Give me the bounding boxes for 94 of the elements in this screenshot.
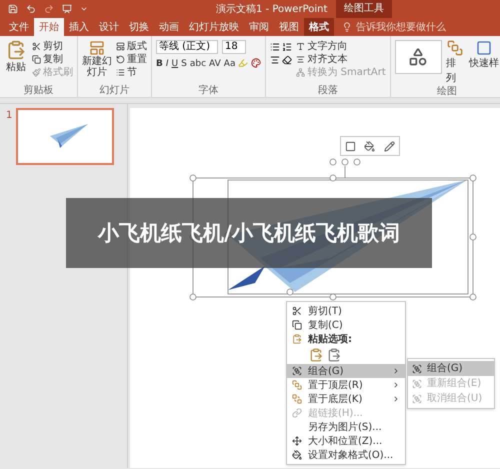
ribbon-button[interactable]: 版式 [116,40,147,53]
shapes-icon [408,47,428,67]
font-size-field[interactable]: 18 [222,40,246,54]
menu-item[interactable]: 置于顶层(R) [287,378,405,392]
ribbon-tab[interactable]: 切换 [124,18,154,36]
ribbon-tab[interactable]: 审阅 [244,18,274,36]
format-icon [292,450,302,460]
slide-thumbnail[interactable] [16,108,114,165]
arrange-button[interactable]: 排列 [446,40,465,86]
menu-item[interactable]: 组合(G) [408,361,494,376]
section-icon [116,68,125,77]
font-style-button[interactable]: AV [209,58,221,72]
group-label: 字体 [198,85,220,97]
ribbon-tab[interactable]: 开始 [34,18,64,36]
paste-picture-icon[interactable] [327,348,341,362]
font-style-button[interactable]: I [166,58,169,72]
font-color-icon[interactable] [251,58,262,68]
arrange-icon [447,40,464,56]
group-icon [292,366,302,376]
menu-item[interactable]: 复制(C) [287,318,405,332]
ribbon-button[interactable]: 对齐文本 [296,53,386,66]
ribbon-tab[interactable]: 视图 [274,18,304,36]
copy-icon [32,55,41,64]
redo-icon[interactable] [44,4,54,14]
ribbon-tab[interactable]: 幻灯片放映 [184,18,244,36]
ribbon-tab[interactable]: 文件 [4,18,34,36]
link-icon [292,408,302,418]
align-icon[interactable] [270,55,280,65]
menu-item[interactable]: 另存为图片(S)... [287,420,405,434]
font-style-button[interactable]: S [181,58,187,72]
send-back-icon [292,394,302,404]
undo-icon[interactable] [26,4,36,14]
scissors-icon [292,306,302,316]
group-label: 剪贴板 [22,85,54,97]
font-style-button[interactable]: U [172,58,178,72]
ribbon-button[interactable]: 剪切 [32,40,73,53]
customize-icon[interactable] [80,5,88,13]
menu-header: 粘贴选项: [287,332,405,346]
text-direction-icon [296,42,306,51]
caption-text: 小飞机纸飞机/小飞机纸飞机歌词 [98,220,400,247]
scissors-icon [32,42,41,51]
group-icon [412,378,422,388]
slide-number: 1 [6,109,12,123]
quick-styles-icon [476,40,492,56]
tell-me-field[interactable]: 告诉我你想要做什么 [342,18,446,36]
menu-item[interactable]: 置于底层(K) [287,392,405,406]
reset-icon [116,55,125,64]
copy-icon [292,320,302,330]
fill-icon[interactable] [364,140,376,152]
menu-item[interactable]: 剪切(T) [287,304,405,318]
clipboard-icon [6,40,26,60]
menu-item[interactable]: 设置对象格式(O)... [287,448,405,462]
ribbon-tab[interactable]: 动画 [154,18,184,36]
new-slide-button[interactable]: 新建幻灯片 [82,40,112,79]
paper-airplane-drawing [50,124,88,148]
paste-button[interactable]: 粘贴 [4,40,28,79]
bullets-icon[interactable] [270,42,280,52]
ribbon-tab[interactable]: 设计 [94,18,124,36]
lightbulb-icon [342,22,352,32]
paste-option-icon[interactable] [309,348,323,362]
bring-front-icon [292,380,302,390]
font-style-button[interactable]: abc [190,58,206,72]
font-name-field[interactable]: 等线 (正文) [156,40,218,54]
ribbon-button[interactable]: 文字方向 [296,40,386,53]
group-label: 幻灯片 [98,85,130,97]
align-text-icon [296,55,306,64]
ribbon-tab[interactable]: 格式 [304,18,334,36]
ribbon-tab[interactable]: 插入 [64,18,94,36]
ribbon-button[interactable]: 重置 [116,53,147,66]
font-style-button[interactable]: B [156,58,163,72]
size-icon [292,436,302,446]
save-icon[interactable] [8,4,18,14]
group-label: 绘图 [436,86,458,97]
paintbrush-icon [32,68,41,77]
group-label: 段落 [317,85,340,97]
numbering-icon[interactable] [282,42,292,52]
slideshow-icon[interactable] [62,4,72,14]
menu-item[interactable]: 组合(G) [287,364,405,378]
window-title: 演示文稿1 - PowerPoint [216,2,328,16]
outline-icon[interactable] [384,140,395,152]
clipboard-icon [292,334,302,344]
group-icon [412,394,422,404]
shape-style-icon[interactable] [345,140,356,152]
ribbon-button[interactable]: 节 [116,66,147,79]
layout-icon [116,42,125,51]
menu-item[interactable]: 大小和位置(Z)... [287,434,405,448]
contextual-group-label: 绘图工具 [336,0,392,18]
slide-icon [89,40,105,56]
font-style-button[interactable]: Aa [224,58,236,72]
shapes-gallery[interactable] [394,40,442,74]
ribbon-button[interactable]: 复制 [32,53,73,66]
quick-styles-button[interactable]: 快速样 [468,40,499,86]
group-icon [412,364,422,374]
smartart-icon [296,68,306,77]
